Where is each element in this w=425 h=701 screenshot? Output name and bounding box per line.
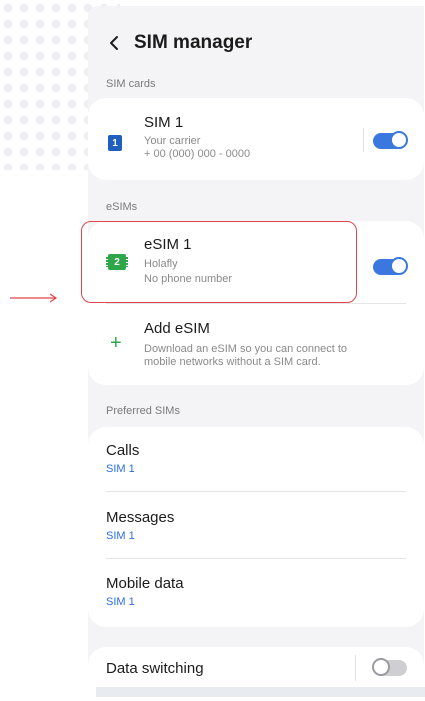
data-switching-label[interactable]: Data switching xyxy=(106,660,204,677)
messages-value: SIM 1 xyxy=(106,530,135,542)
pointer-arrow-icon xyxy=(10,293,58,303)
section-label-preferred: Preferred SIMs xyxy=(106,405,180,417)
add-esim-title[interactable]: Add eSIM xyxy=(144,320,210,337)
sim1-number: + 00 (000) 000 - 0000 xyxy=(144,148,251,160)
sim1-carrier: Your carrier xyxy=(144,135,201,147)
preferred-sims-card: Calls SIM 1 Messages SIM 1 Mobile data S… xyxy=(88,427,424,627)
toggle-knob xyxy=(390,131,408,149)
add-icon: + xyxy=(110,332,122,354)
add-esim-description-2: mobile networks without a SIM card. xyxy=(144,356,321,368)
section-label-sim-cards: SIM cards xyxy=(106,78,156,90)
messages-label[interactable]: Messages xyxy=(106,509,174,526)
sim-cards-card: 1 SIM 1 Your carrier + 00 (000) 000 - 00… xyxy=(88,98,424,180)
data-switching-toggle[interactable] xyxy=(372,658,407,676)
divider xyxy=(363,128,364,152)
stage: SIM manager SIM cards 1 SIM 1 Your carri… xyxy=(0,0,425,701)
divider xyxy=(106,558,406,559)
back-arrow-icon[interactable] xyxy=(106,34,124,52)
phone-bottom-shadow xyxy=(96,687,425,697)
app-header: SIM manager xyxy=(106,32,252,54)
add-esim-description-1: Download an eSIM so you can connect to xyxy=(144,343,348,355)
calls-label[interactable]: Calls xyxy=(106,442,139,459)
divider xyxy=(106,303,406,304)
data-switching-card: Data switching xyxy=(88,647,424,687)
page-title: SIM manager xyxy=(134,32,253,53)
mobile-data-label[interactable]: Mobile data xyxy=(106,575,184,592)
sim-card-icon: 1 xyxy=(108,135,122,151)
esim1-toggle[interactable] xyxy=(373,257,408,275)
divider xyxy=(355,655,356,681)
section-label-esims: eSIMs xyxy=(106,201,138,213)
toggle-knob xyxy=(372,658,390,676)
toggle-knob xyxy=(390,257,408,275)
esim-highlight-box xyxy=(81,221,357,303)
sim1-toggle[interactable] xyxy=(373,131,408,149)
calls-value: SIM 1 xyxy=(106,463,135,475)
sim1-title[interactable]: SIM 1 xyxy=(144,114,183,131)
divider xyxy=(106,491,406,492)
phone-screen: SIM manager SIM cards 1 SIM 1 Your carri… xyxy=(88,6,424,687)
mobile-data-value: SIM 1 xyxy=(106,596,135,608)
